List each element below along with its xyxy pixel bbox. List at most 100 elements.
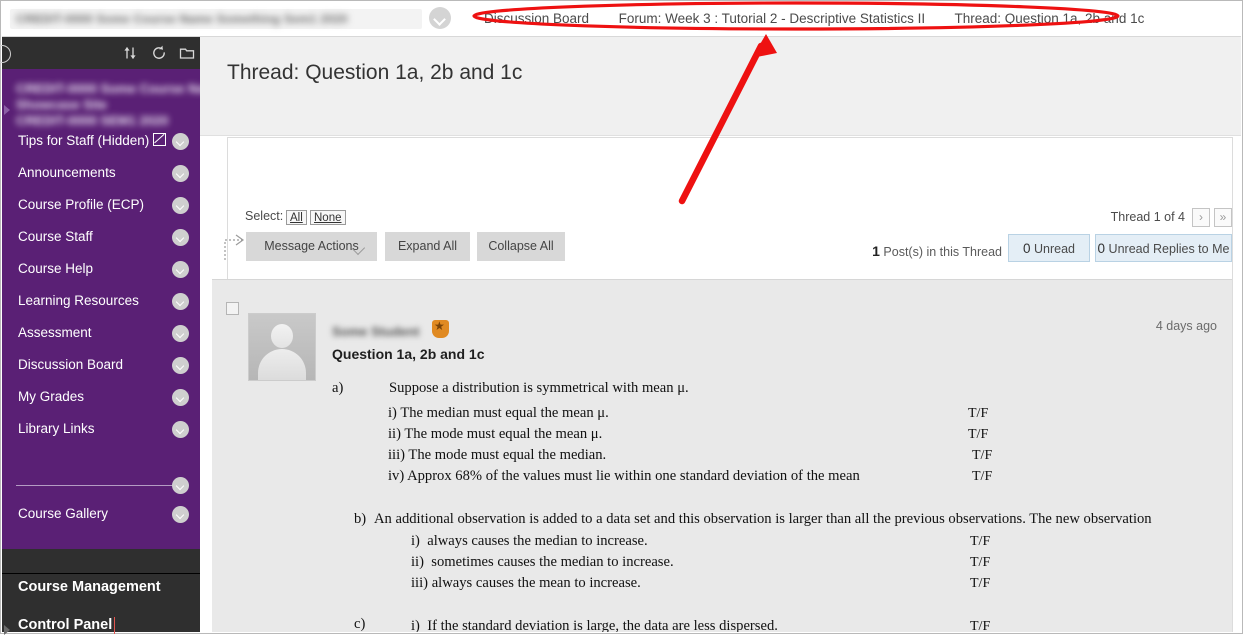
sidebar-item-learning-resources[interactable]: Learning Resources <box>2 285 200 317</box>
content-header: Thread: Question 1a, 2b and 1c <box>200 37 1241 136</box>
chevron-down-icon[interactable] <box>172 197 189 214</box>
chevron-down-icon[interactable] <box>172 421 189 438</box>
part-stem: An additional observation is added to a … <box>374 511 1152 527</box>
sidebar-item-label: Course Profile (ECP) <box>18 197 145 212</box>
unread-label: Unread <box>1034 242 1075 256</box>
chevron-down-icon[interactable] <box>172 293 189 310</box>
subitem-label: ii) <box>411 554 424 570</box>
thread-position-label: Thread 1 of 4 <box>1110 210 1185 224</box>
breadcrumb-item-forum[interactable]: Forum: Week 3 : Tutorial 2 - Descriptive… <box>619 11 926 26</box>
chevron-down-icon[interactable] <box>172 389 189 406</box>
subitem-text: The median must equal the mean μ. <box>400 405 609 421</box>
chevron-down-icon[interactable] <box>172 229 189 246</box>
sidebar-item-course-help[interactable]: Course Help <box>2 253 200 285</box>
subitem-text: sometimes causes the median to increase. <box>431 554 674 570</box>
post-author-name: Some Student <box>332 324 420 339</box>
sidebar-pointer-icon <box>4 105 10 115</box>
course-menu-sidebar: CREDIT-0000 Some Course Name Showcase Si… <box>2 69 200 549</box>
subitem-text: If the standard deviation is large, the … <box>427 618 778 632</box>
sidebar-item-announcements[interactable]: Announcements <box>2 157 200 189</box>
question-part-b: b) An additional observation is added to… <box>332 509 1222 529</box>
subitem-answer: T/F <box>968 406 989 421</box>
chevron-down-icon[interactable] <box>172 165 189 182</box>
control-panel-link[interactable]: Control Panel <box>18 617 116 634</box>
sidebar-item-discussion-board[interactable]: Discussion Board <box>2 349 200 381</box>
sidebar-item-tips-for-staff[interactable]: Tips for Staff (Hidden) <box>2 125 200 157</box>
subitem-text: always causes the median to increase. <box>427 533 648 549</box>
post-timestamp: 4 days ago <box>1155 319 1217 333</box>
post-select-checkbox[interactable] <box>226 302 239 315</box>
chevron-down-icon[interactable] <box>429 7 451 29</box>
collapse-all-button[interactable]: Collapse All <box>477 232 565 261</box>
collapse-handle-icon[interactable] <box>0 45 11 63</box>
breadcrumb-item-discussion-board[interactable]: Discussion Board <box>484 11 589 26</box>
course-selector-pill[interactable]: CREDIT-0000 Some Course Name Something S… <box>10 9 422 29</box>
chevron-down-icon[interactable] <box>172 261 189 278</box>
application-window: CREDIT-0000 Some Course Name Something S… <box>0 0 1243 635</box>
main-content: Thread: Question 1a, 2b and 1c Select: A… <box>200 37 1241 632</box>
chevron-down-icon[interactable] <box>172 133 189 150</box>
course-heading: CREDIT-0000 Some Course Name Showcase Si… <box>16 81 200 129</box>
sidebar-item-assessment[interactable]: Assessment <box>2 317 200 349</box>
sidebar-item-course-staff[interactable]: Course Staff <box>2 221 200 253</box>
unread-filter-button[interactable]: 0 Unread <box>1008 234 1090 262</box>
sidebar-item-label: Assessment <box>18 325 92 340</box>
subitem-text: always causes the mean to increase. <box>431 575 641 591</box>
subitem-label: iii) <box>411 575 429 591</box>
part-marker: a) <box>332 380 344 396</box>
sidebar-item-label: Course Gallery <box>18 506 109 521</box>
question-subitem: ii) The mode must equal the mean μ. T/F <box>332 424 1222 445</box>
part-marker: b) <box>354 511 367 527</box>
panel-divider <box>2 573 200 574</box>
sidebar-item-course-profile[interactable]: Course Profile (ECP) <box>2 189 200 221</box>
question-subitem: iii) The mode must equal the median. T/F <box>332 445 1222 466</box>
post-body: a) Suppose a distribution is symmetrical… <box>332 380 1222 632</box>
breadcrumb-item-thread: Thread: Question 1a, 2b and 1c <box>954 11 1145 26</box>
subitem-label: i) <box>411 533 420 549</box>
subitem-answer: T/F <box>968 427 989 442</box>
post-count-label: 1 Post(s) in this Thread <box>872 243 1002 259</box>
question-part-a: a) Suppose a distribution is symmetrical… <box>332 380 1222 402</box>
subitem-label: ii) <box>388 426 401 442</box>
subitem-text: Approx 68% of the values must lie within… <box>407 468 860 484</box>
sidebar-item-label: Announcements <box>18 165 116 180</box>
chevron-down-icon[interactable] <box>172 506 189 523</box>
sidebar-item-label: Course Help <box>18 261 94 276</box>
post-item: Some Student Question 1a, 2b and 1c 4 da… <box>212 279 1232 632</box>
chevron-down-icon[interactable] <box>172 325 189 342</box>
unread-replies-label: Unread Replies to Me <box>1108 242 1230 256</box>
select-all-button[interactable]: All <box>286 210 307 225</box>
refresh-icon[interactable] <box>150 44 168 62</box>
course-management-heading: Course Management <box>18 579 161 595</box>
subitem-label: i) <box>388 405 397 421</box>
last-thread-button[interactable]: » <box>1214 208 1232 227</box>
sidebar-item-library-links[interactable]: Library Links <box>2 413 200 445</box>
dotted-pointer-icon <box>222 230 248 262</box>
chevron-down-icon[interactable] <box>172 477 189 494</box>
subitem-text: The mode must equal the median. <box>408 447 607 463</box>
next-thread-button[interactable]: › <box>1192 208 1210 227</box>
sidebar-item-my-grades[interactable]: My Grades <box>2 381 200 413</box>
breadcrumb: Discussion Board Forum: Week 3 : Tutoria… <box>484 2 1144 36</box>
select-none-button[interactable]: None <box>310 210 346 225</box>
folder-icon[interactable] <box>178 44 196 62</box>
sidebar-item-course-gallery[interactable]: Course Gallery <box>2 498 200 530</box>
post-count-text: Post(s) in this Thread <box>883 245 1002 259</box>
course-management-panel: Course Management Control Panel <box>2 549 200 635</box>
question-subitem: iii) always causes the mean to increase.… <box>332 573 1222 594</box>
course-selector-label: CREDIT-0000 Some Course Name Something S… <box>16 12 348 26</box>
hidden-from-students-icon <box>153 133 167 146</box>
question-subitem: iv) Approx 68% of the values must lie wi… <box>332 466 1222 487</box>
sidebar-item-label: Course Staff <box>18 229 93 244</box>
subitem-text: The mode must equal the mean μ. <box>404 426 603 442</box>
subitem-answer: T/F <box>970 619 991 632</box>
sort-icon[interactable] <box>121 44 139 62</box>
chevron-down-icon[interactable] <box>172 357 189 374</box>
subitem-label: iv) <box>388 468 405 484</box>
unread-replies-filter-button[interactable]: 0 Unread Replies to Me <box>1095 234 1232 262</box>
subitem-answer: T/F <box>970 555 991 570</box>
question-subitem: ii) sometimes causes the median to incre… <box>332 552 1222 573</box>
message-actions-button[interactable]: Message Actions <box>246 232 377 261</box>
message-actions-label: Message Actions <box>264 239 359 253</box>
expand-all-button[interactable]: Expand All <box>385 232 470 261</box>
